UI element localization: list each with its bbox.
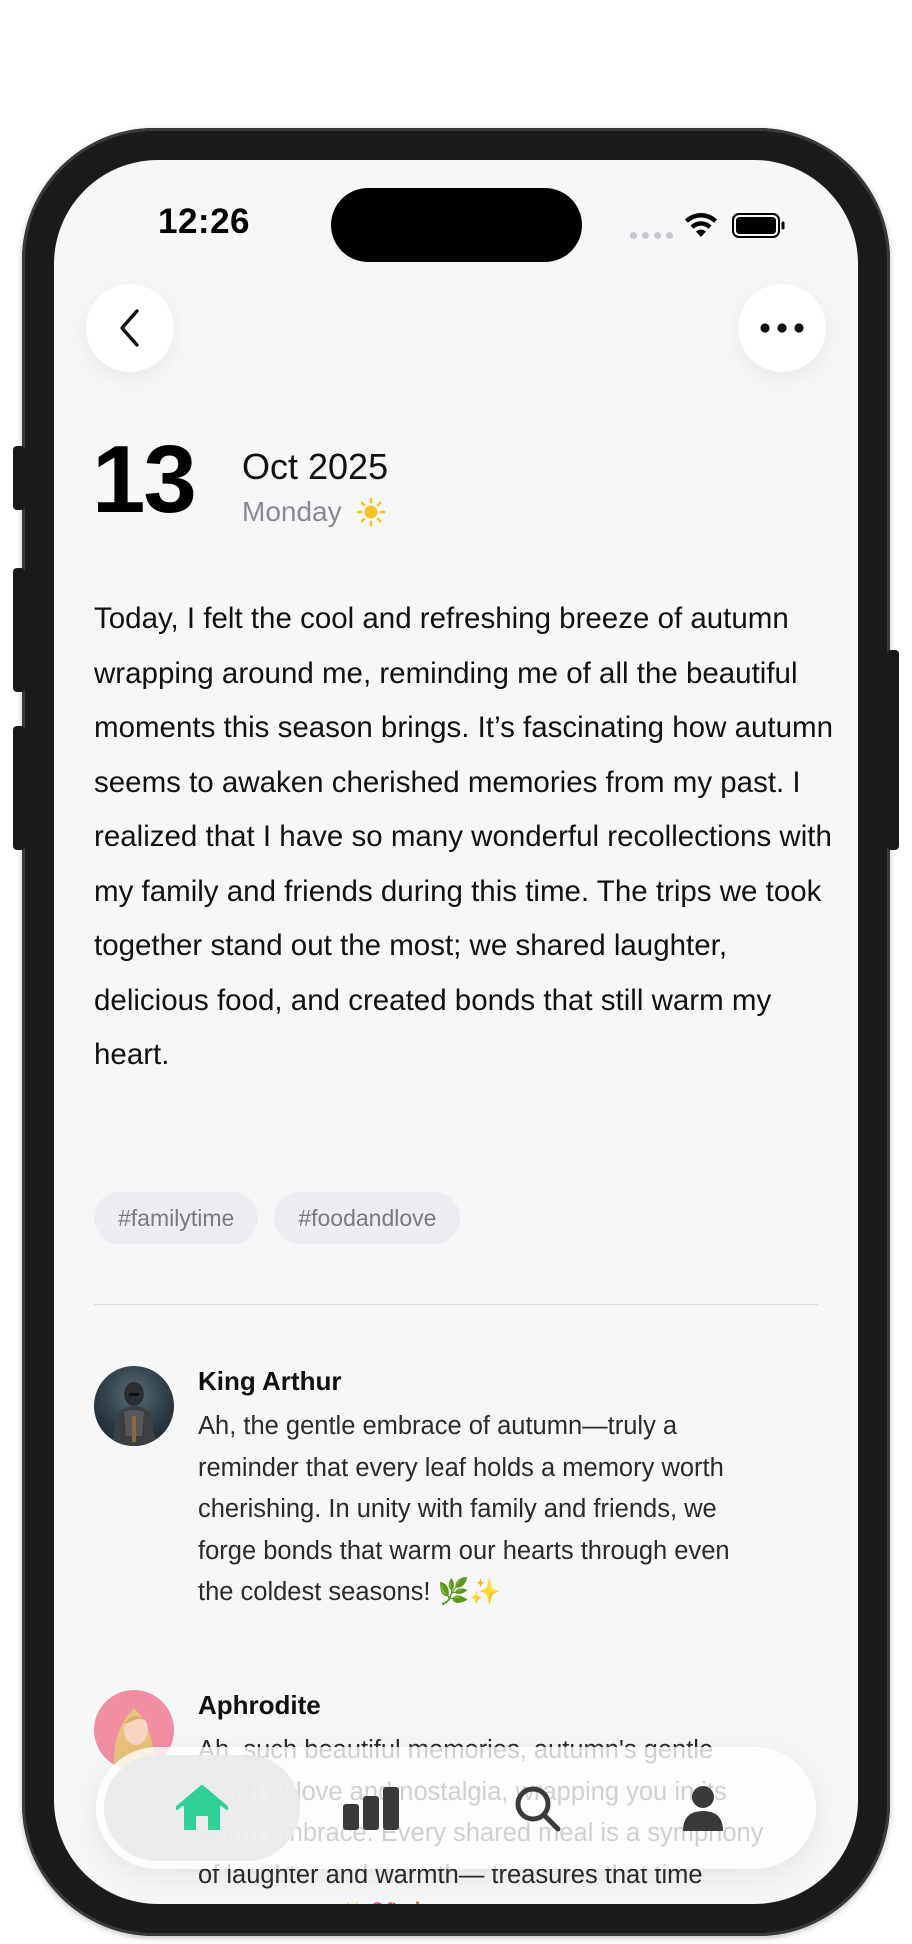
tab-profile[interactable] — [628, 1747, 778, 1869]
tab-bar — [96, 1747, 816, 1869]
entry-body: Today, I felt the cool and refreshing br… — [94, 602, 833, 1071]
wifi-icon — [685, 213, 717, 237]
action-button — [13, 446, 25, 510]
screen: 12:26 13 Oct 2025 Monday Today, I felt t… — [54, 160, 858, 1904]
commenter-name[interactable]: King Arthur — [198, 1366, 341, 1397]
comment-text: Ah, the gentle embrace of autumn—truly a… — [198, 1412, 730, 1606]
avatar[interactable] — [94, 1366, 174, 1446]
entry-month-year: Oct 2025 — [242, 446, 389, 487]
commenter-name[interactable]: Aphrodite — [198, 1690, 321, 1721]
tag-list: #familytime #foodandlove — [94, 1192, 461, 1244]
bar-chart-icon — [343, 1787, 399, 1830]
tag-chip[interactable]: #foodandlove — [274, 1192, 461, 1244]
tab-search[interactable] — [462, 1747, 612, 1869]
tag-chip[interactable]: #familytime — [94, 1192, 259, 1244]
status-time: 12:26 — [158, 202, 251, 241]
tab-home[interactable] — [104, 1755, 300, 1861]
battery-icon — [732, 213, 785, 238]
divider — [94, 1304, 818, 1305]
chevron-left-icon — [120, 309, 139, 347]
weekday-row: Monday — [242, 496, 386, 528]
more-options-button[interactable] — [738, 284, 826, 372]
knight-avatar-image — [112, 1382, 156, 1446]
search-icon — [515, 1786, 561, 1832]
entry-day: 13 — [92, 426, 197, 533]
tab-stats[interactable] — [296, 1747, 446, 1869]
entry-weekday: Monday — [242, 496, 342, 527]
volume-down-button — [13, 726, 25, 850]
cellular-signal-icon — [630, 232, 673, 239]
sun-icon — [356, 497, 385, 527]
back-button[interactable] — [86, 284, 174, 372]
dynamic-island — [331, 188, 582, 262]
person-icon — [683, 1786, 723, 1831]
home-icon — [176, 1785, 228, 1830]
ellipsis-icon — [760, 323, 804, 333]
power-button — [887, 650, 899, 850]
volume-up-button — [13, 568, 25, 692]
